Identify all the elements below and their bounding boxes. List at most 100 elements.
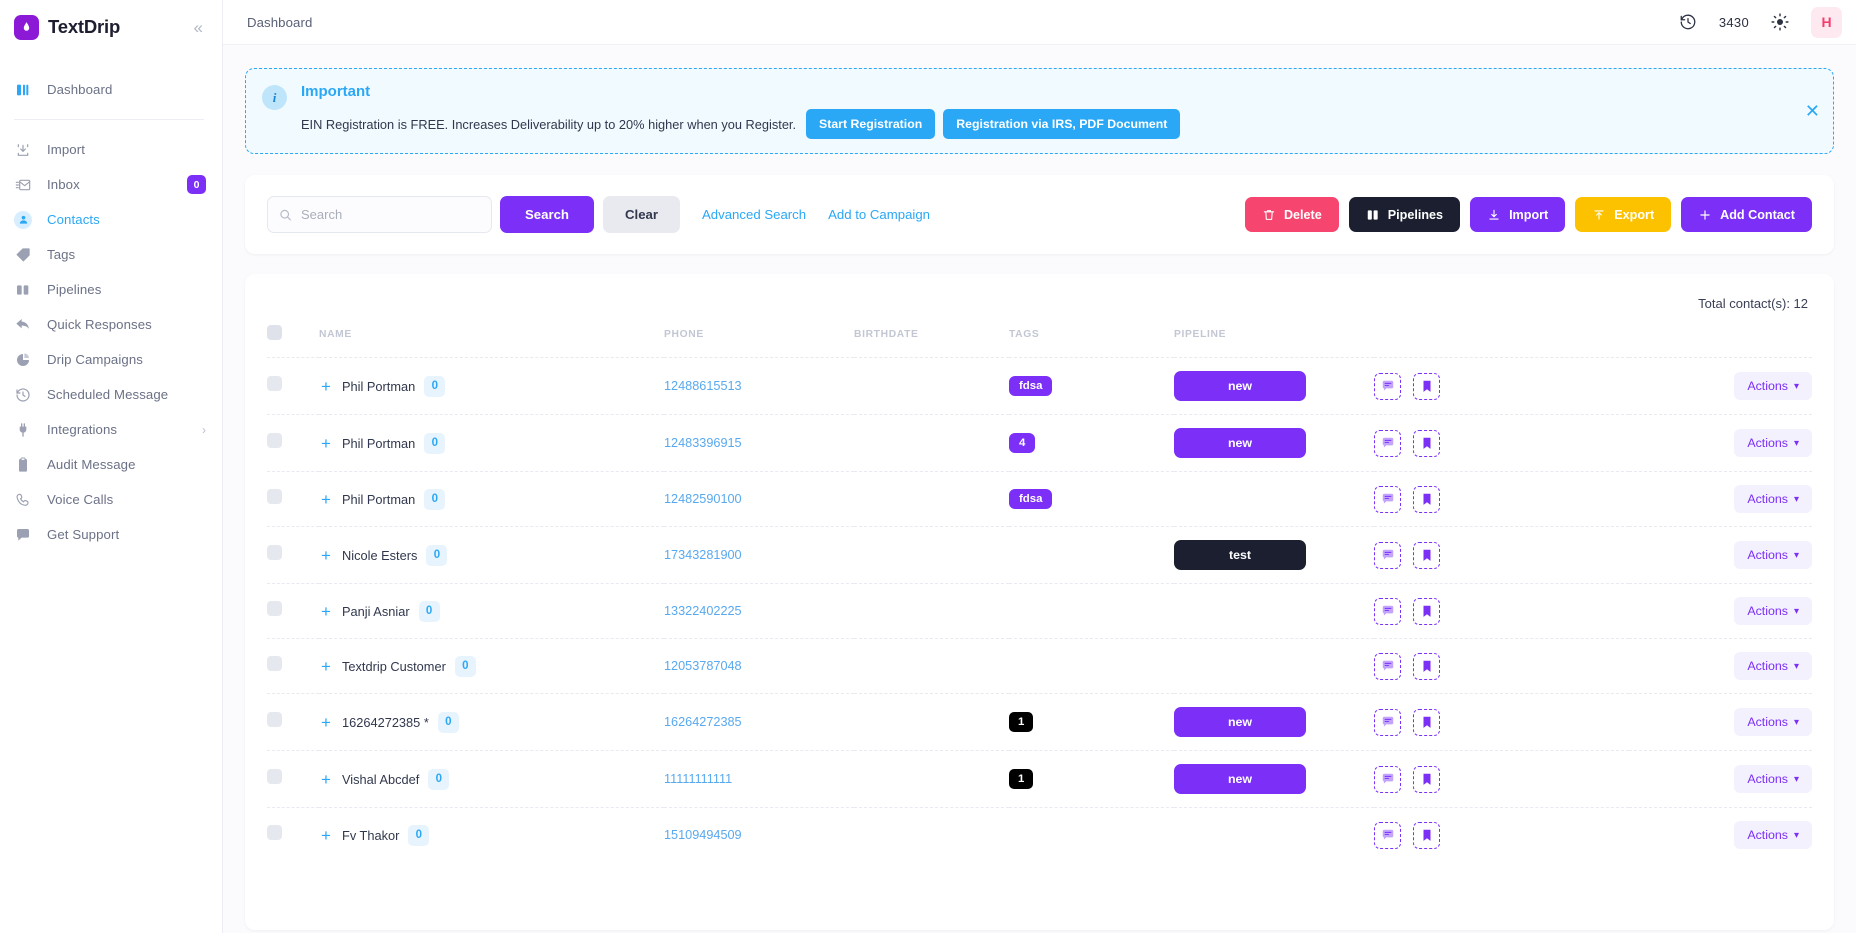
contact-phone[interactable]: 17343281900 bbox=[664, 548, 742, 562]
advanced-search-link[interactable]: Advanced Search bbox=[702, 207, 806, 222]
pipeline-badge[interactable]: test bbox=[1174, 540, 1306, 570]
message-icon[interactable] bbox=[1374, 653, 1401, 680]
message-icon[interactable] bbox=[1374, 486, 1401, 513]
row-checkbox[interactable] bbox=[267, 712, 282, 727]
bookmark-icon[interactable] bbox=[1413, 486, 1440, 513]
search-button[interactable]: Search bbox=[500, 196, 594, 233]
tag-badge[interactable]: 4 bbox=[1009, 433, 1035, 453]
expand-row-icon[interactable]: + bbox=[319, 378, 333, 395]
message-icon[interactable] bbox=[1374, 373, 1401, 400]
row-actions-button[interactable]: Actions▾ bbox=[1734, 372, 1812, 400]
credits-count: 3430 bbox=[1719, 15, 1749, 30]
expand-row-icon[interactable]: + bbox=[319, 603, 333, 620]
sidebar-item-inbox[interactable]: Inbox 0 bbox=[0, 167, 222, 202]
sidebar-item-import[interactable]: Import bbox=[0, 132, 222, 167]
search-input[interactable] bbox=[267, 196, 492, 233]
row-tags-cell bbox=[1009, 584, 1174, 639]
message-icon[interactable] bbox=[1374, 430, 1401, 457]
bookmark-icon[interactable] bbox=[1413, 822, 1440, 849]
bookmark-icon[interactable] bbox=[1413, 766, 1440, 793]
close-icon[interactable]: ✕ bbox=[1805, 102, 1820, 120]
tag-badge[interactable]: fdsa bbox=[1009, 376, 1052, 396]
sidebar-item-pipelines[interactable]: Pipelines bbox=[0, 272, 222, 307]
message-icon[interactable] bbox=[1374, 766, 1401, 793]
delete-button[interactable]: Delete bbox=[1245, 197, 1339, 232]
row-actions-button[interactable]: Actions▾ bbox=[1734, 429, 1812, 457]
sidebar-item-tags[interactable]: Tags bbox=[0, 237, 222, 272]
expand-row-icon[interactable]: + bbox=[319, 827, 333, 844]
avatar[interactable]: H bbox=[1811, 7, 1842, 38]
sidebar-item-quick-responses[interactable]: Quick Responses bbox=[0, 307, 222, 342]
row-actions-button[interactable]: Actions▾ bbox=[1734, 652, 1812, 680]
message-icon[interactable] bbox=[1374, 822, 1401, 849]
registration-irs-pdf-button[interactable]: Registration via IRS, PDF Document bbox=[943, 109, 1180, 139]
row-actions-button[interactable]: Actions▾ bbox=[1734, 597, 1812, 625]
sidebar-item-contacts[interactable]: Contacts bbox=[0, 202, 222, 237]
tag-badge[interactable]: 1 bbox=[1009, 769, 1033, 789]
bookmark-icon[interactable] bbox=[1413, 598, 1440, 625]
row-checkbox[interactable] bbox=[267, 545, 282, 560]
contact-phone[interactable]: 15109494509 bbox=[664, 828, 742, 842]
row-checkbox[interactable] bbox=[267, 376, 282, 391]
add-to-campaign-link[interactable]: Add to Campaign bbox=[828, 207, 930, 222]
row-actions-button[interactable]: Actions▾ bbox=[1734, 541, 1812, 569]
bookmark-icon[interactable] bbox=[1413, 542, 1440, 569]
tag-badge[interactable]: fdsa bbox=[1009, 489, 1052, 509]
sidebar-item-drip-campaigns[interactable]: Drip Campaigns bbox=[0, 342, 222, 377]
row-actions-button[interactable]: Actions▾ bbox=[1734, 765, 1812, 793]
contact-phone[interactable]: 12483396915 bbox=[664, 436, 742, 450]
sidebar-item-dashboard[interactable]: Dashboard bbox=[0, 72, 222, 107]
row-checkbox[interactable] bbox=[267, 656, 282, 671]
row-actions-button[interactable]: Actions▾ bbox=[1734, 821, 1812, 849]
clear-button[interactable]: Clear bbox=[603, 196, 680, 233]
row-checkbox[interactable] bbox=[267, 601, 282, 616]
sidebar-item-scheduled-message[interactable]: Scheduled Message bbox=[0, 377, 222, 412]
message-icon[interactable] bbox=[1374, 709, 1401, 736]
row-actions-button[interactable]: Actions▾ bbox=[1734, 708, 1812, 736]
row-checkbox[interactable] bbox=[267, 433, 282, 448]
expand-row-icon[interactable]: + bbox=[319, 435, 333, 452]
sidebar-item-voice-calls[interactable]: Voice Calls bbox=[0, 482, 222, 517]
contact-phone[interactable]: 12482590100 bbox=[664, 492, 742, 506]
contact-phone[interactable]: 12488615513 bbox=[664, 379, 742, 393]
start-registration-button[interactable]: Start Registration bbox=[806, 109, 935, 139]
import-button[interactable]: Import bbox=[1470, 197, 1565, 232]
pipeline-badge[interactable]: new bbox=[1174, 707, 1306, 737]
row-checkbox[interactable] bbox=[267, 489, 282, 504]
sidebar-item-integrations[interactable]: Integrations › bbox=[0, 412, 222, 447]
row-actions-button[interactable]: Actions▾ bbox=[1734, 485, 1812, 513]
row-checkbox[interactable] bbox=[267, 825, 282, 840]
bookmark-icon[interactable] bbox=[1413, 373, 1440, 400]
pipeline-badge[interactable]: new bbox=[1174, 428, 1306, 458]
sidebar-item-get-support[interactable]: Get Support bbox=[0, 517, 222, 552]
pipelines-button[interactable]: Pipelines bbox=[1349, 197, 1460, 232]
pipeline-badge[interactable]: new bbox=[1174, 764, 1306, 794]
bookmark-icon[interactable] bbox=[1413, 653, 1440, 680]
contact-phone[interactable]: 12053787048 bbox=[664, 659, 742, 673]
add-contact-button[interactable]: Add Contact bbox=[1681, 197, 1812, 232]
row-pipeline-cell: new bbox=[1174, 415, 1374, 472]
sidebar-item-audit-message[interactable]: Audit Message bbox=[0, 447, 222, 482]
expand-row-icon[interactable]: + bbox=[319, 658, 333, 675]
row-select-cell bbox=[267, 639, 319, 694]
pipeline-badge[interactable]: new bbox=[1174, 371, 1306, 401]
contact-phone[interactable]: 13322402225 bbox=[664, 604, 742, 618]
expand-row-icon[interactable]: + bbox=[319, 547, 333, 564]
clock-rotate-left-icon[interactable] bbox=[1679, 13, 1697, 31]
bookmark-icon[interactable] bbox=[1413, 709, 1440, 736]
select-all-checkbox[interactable] bbox=[267, 325, 282, 340]
expand-row-icon[interactable]: + bbox=[319, 491, 333, 508]
message-icon[interactable] bbox=[1374, 542, 1401, 569]
contact-phone[interactable]: 16264272385 bbox=[664, 715, 742, 729]
tag-badge[interactable]: 1 bbox=[1009, 712, 1033, 732]
export-button[interactable]: Export bbox=[1575, 197, 1671, 232]
sun-icon[interactable] bbox=[1771, 13, 1789, 31]
row-checkbox[interactable] bbox=[267, 769, 282, 784]
expand-row-icon[interactable]: + bbox=[319, 714, 333, 731]
expand-row-icon[interactable]: + bbox=[319, 771, 333, 788]
message-icon[interactable] bbox=[1374, 598, 1401, 625]
contact-phone[interactable]: 11111111111 bbox=[664, 772, 732, 786]
bookmark-icon[interactable] bbox=[1413, 430, 1440, 457]
collapse-sidebar-icon[interactable]: « bbox=[191, 17, 206, 38]
column-header-name: NAME bbox=[319, 325, 664, 358]
